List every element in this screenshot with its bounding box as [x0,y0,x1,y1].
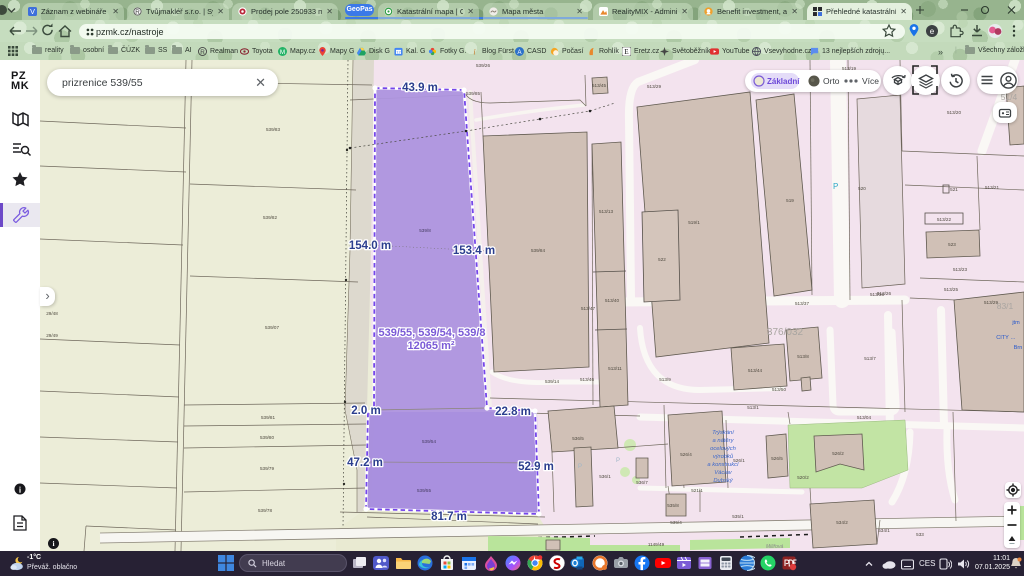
svg-text:513/37: 513/37 [795,301,809,306]
svg-text:539/54: 539/54 [422,439,436,444]
svg-text:539/07: 539/07 [265,325,279,330]
svg-text:523: 523 [948,242,956,247]
svg-text:539/55, 539/54, 539/8: 539/55, 539/54, 539/8 [378,327,485,339]
svg-text:539/8: 539/8 [419,228,431,233]
svg-text:536/5: 536/5 [572,436,584,441]
svg-text:539/83: 539/83 [266,127,280,132]
svg-text:513/9: 513/9 [659,377,671,382]
svg-text:535/8: 535/8 [667,503,679,508]
svg-text:535/1: 535/1 [732,514,744,519]
svg-text:81.7 m: 81.7 m [431,511,467,523]
svg-text:539/55: 539/55 [417,488,431,493]
svg-text:513/47: 513/47 [581,306,595,311]
svg-text:513/23: 513/23 [953,267,967,272]
svg-text:526/2: 526/2 [832,451,844,456]
svg-text:a konstrukcí: a konstrukcí [707,462,740,468]
svg-text:V: V [30,7,35,16]
svg-text:výrobků: výrobků [713,453,734,460]
svg-text:154.0 m: 154.0 m [349,240,391,252]
svg-text:533: 533 [916,532,924,537]
svg-text:535/4: 535/4 [670,520,682,525]
svg-text:83/1: 83/1 [997,301,1014,311]
svg-text:22.8 m: 22.8 m [495,406,531,418]
svg-text:43.9 m: 43.9 m [402,82,438,94]
svg-text:539/84: 539/84 [531,248,545,253]
svg-text:513/04: 513/04 [857,415,871,420]
svg-text:521/1: 521/1 [691,488,703,493]
svg-text:Miliřová: Miliřová [766,544,783,550]
svg-text:Václav: Václav [714,470,733,476]
svg-text:522: 522 [658,257,666,262]
svg-text:513/20: 513/20 [947,110,961,115]
svg-text:539/79: 539/79 [260,466,274,471]
svg-text:R: R [200,49,205,56]
svg-text:519: 519 [786,198,794,203]
svg-text:P: P [833,182,838,191]
svg-text:E: E [624,48,629,56]
svg-text:M: M [280,49,285,56]
svg-text:e: e [930,27,935,36]
svg-text:12: 12 [396,49,401,54]
svg-text:536/7: 536/7 [636,480,648,485]
svg-text:513/45: 513/45 [592,83,606,88]
svg-text:519/1: 519/1 [688,220,700,225]
svg-text:513/22: 513/22 [937,217,951,222]
svg-text:539/81: 539/81 [261,415,275,420]
svg-text:29/49: 29/49 [46,333,58,338]
svg-text:513/40: 513/40 [605,298,619,303]
svg-text:539/26: 539/26 [476,63,490,68]
svg-text:513/7: 513/7 [864,356,876,361]
svg-text:ocelových: ocelových [710,446,736,452]
svg-text:CITY …: CITY … [996,335,1015,341]
svg-text:513/25: 513/25 [944,287,958,292]
svg-text:539/80: 539/80 [260,435,274,440]
svg-text:539/82: 539/82 [263,215,277,220]
svg-text:2.0 m: 2.0 m [351,405,380,417]
svg-text:Brn: Brn [1014,345,1023,351]
svg-text:513/26: 513/26 [877,291,891,296]
svg-text:513/50: 513/50 [772,387,786,392]
svg-text:539/14: 539/14 [545,379,559,384]
svg-text:539/78: 539/78 [258,508,272,513]
svg-text:153.4 m: 153.4 m [453,245,495,257]
svg-text:513/8: 513/8 [797,354,809,359]
svg-text:P: P [616,458,620,464]
svg-text:1149/49: 1149/49 [648,542,665,547]
svg-text:536/1: 536/1 [599,474,611,479]
svg-text:520: 520 [858,186,866,191]
svg-text:i: i [52,539,54,548]
svg-text:Trýskání: Trýskání [712,430,735,436]
svg-text:534/2: 534/2 [836,520,848,525]
svg-text:513/46: 513/46 [580,377,594,382]
svg-text:12065 m²: 12065 m² [407,340,454,352]
svg-text:376/032: 376/032 [767,327,804,338]
svg-text:521: 521 [950,187,958,192]
svg-text:513/1: 513/1 [747,405,759,410]
svg-text:513/29: 513/29 [647,84,661,89]
svg-text:513/11: 513/11 [608,366,622,371]
svg-text:513/13: 513/13 [599,209,613,214]
svg-text:513/21: 513/21 [985,185,999,190]
svg-text:i: i [473,48,475,56]
svg-text:47.2 m: 47.2 m [347,457,383,469]
svg-text:jtm: jtm [1011,320,1020,326]
svg-text:513/44: 513/44 [748,368,762,373]
svg-text:R: R [135,9,140,16]
svg-text:P: P [578,464,582,470]
svg-text:526/4: 526/4 [680,452,692,457]
svg-text:52.9 m: 52.9 m [518,461,554,473]
svg-text:Dubský: Dubský [713,478,733,484]
svg-text:526/5: 526/5 [771,456,783,461]
svg-text:a nátěry: a nátěry [713,438,735,444]
svg-text:539/85: 539/85 [466,91,480,96]
svg-text:29/48: 29/48 [46,311,58,316]
svg-text:520/2: 520/2 [797,475,809,480]
svg-text:534/1: 534/1 [878,528,890,533]
